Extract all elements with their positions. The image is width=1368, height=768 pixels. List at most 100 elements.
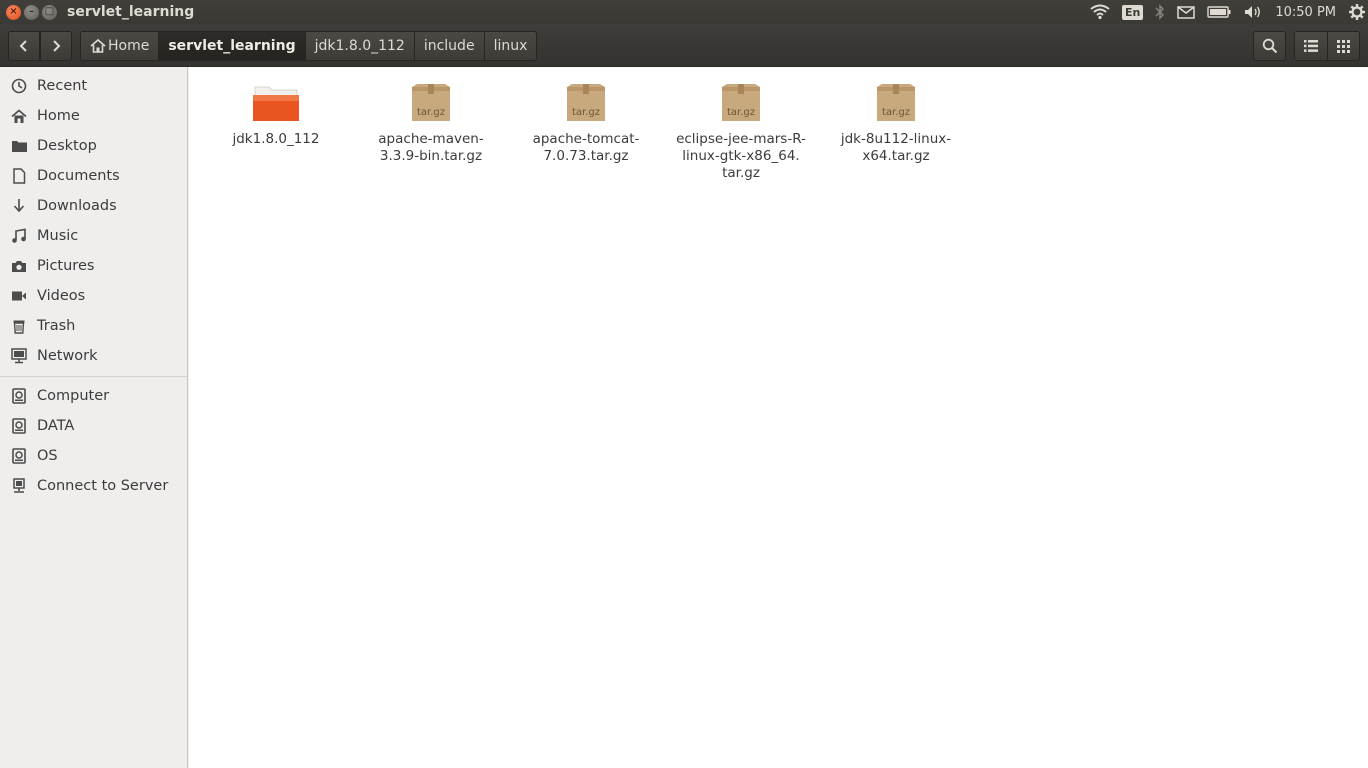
bluetooth-icon[interactable] [1155, 4, 1165, 20]
sidebar-item-label: Trash [37, 318, 76, 334]
file-item-archive[interactable]: tar.gz jdk-8u112-linux- x64.tar.gz [826, 81, 966, 165]
toolbar: Home servlet_learning jdk1.8.0_112 inclu… [0, 24, 1368, 67]
sidebar-item-pictures[interactable]: Pictures [0, 251, 187, 281]
sidebar-item-label: Desktop [37, 138, 97, 154]
sidebar-item-label: OS [37, 448, 58, 464]
grid-view-icon [1336, 39, 1350, 53]
music-icon [10, 227, 28, 245]
drive-icon [10, 387, 28, 405]
sidebar-item-home[interactable]: Home [0, 101, 187, 131]
archive-badge: tar.gz [727, 107, 755, 118]
system-tray: En 10:50 PM [1078, 0, 1368, 24]
sidebar-divider [0, 376, 187, 377]
minimize-button[interactable]: – [24, 4, 39, 20]
close-button[interactable]: × [6, 4, 21, 20]
home-icon [10, 107, 28, 125]
back-button[interactable] [8, 31, 40, 61]
clock[interactable]: 10:50 PM [1275, 5, 1336, 20]
archive-badge: tar.gz [882, 107, 910, 118]
file-name: apache-maven- 3.3.9-bin.tar.gz [378, 131, 484, 164]
sidebar-item-label: Computer [37, 388, 110, 404]
minimize-icon: – [29, 6, 34, 17]
archive-badge: tar.gz [572, 107, 600, 118]
download-icon [10, 197, 28, 215]
list-view-button[interactable] [1295, 32, 1327, 60]
maximize-button[interactable]: □ [42, 4, 57, 20]
sidebar-item-label: Pictures [37, 258, 95, 274]
file-item-archive[interactable]: tar.gz eclipse-jee-mars-R- linux-gtk-x86… [671, 81, 811, 182]
chevron-right-icon [53, 40, 61, 52]
sidebar-item-label: Videos [37, 288, 86, 304]
archive-icon: tar.gz [717, 81, 765, 125]
archive-icon: tar.gz [407, 81, 455, 125]
search-icon [1262, 38, 1277, 54]
file-item-folder[interactable]: jdk1.8.0_112 [206, 81, 346, 148]
video-icon [10, 287, 28, 305]
list-view-icon [1303, 40, 1318, 52]
file-view[interactable]: jdk1.8.0_112 tar.gz apache-maven- 3.3.9-… [189, 67, 1368, 768]
breadcrumb-label: jdk1.8.0_112 [314, 38, 405, 54]
sidebar-item-downloads[interactable]: Downloads [0, 191, 187, 221]
breadcrumb-label: Home [108, 38, 150, 54]
sidebar-item-trash[interactable]: Trash [0, 311, 187, 341]
sidebar-item-label: Connect to Server [37, 478, 169, 494]
search-button[interactable] [1253, 31, 1286, 61]
file-item-archive[interactable]: tar.gz apache-tomcat- 7.0.73.tar.gz [516, 81, 656, 165]
clock-icon [10, 77, 28, 95]
sidebar: Recent Home Desktop Documents Downloads … [0, 67, 188, 768]
breadcrumb-include[interactable]: include [414, 32, 485, 60]
sidebar-item-data[interactable]: DATA [0, 411, 187, 441]
archive-icon: tar.gz [562, 81, 610, 125]
desktop-icon [10, 137, 28, 155]
chevron-left-icon [19, 40, 27, 52]
sidebar-item-label: Home [37, 108, 80, 124]
folder-icon [252, 81, 300, 125]
keyboard-indicator[interactable]: En [1121, 4, 1144, 20]
sidebar-item-network[interactable]: Network [0, 341, 187, 371]
breadcrumb-label: linux [493, 38, 528, 54]
settings-gear-icon[interactable] [1348, 3, 1366, 21]
sidebar-item-os[interactable]: OS [0, 441, 187, 471]
sidebar-item-computer[interactable]: Computer [0, 381, 187, 411]
breadcrumb-home[interactable]: Home [81, 32, 160, 60]
volume-icon[interactable] [1243, 4, 1263, 20]
sidebar-item-connect-to-server[interactable]: Connect to Server [0, 471, 187, 501]
file-name: jdk1.8.0_112 [232, 131, 320, 147]
breadcrumb-label: include [423, 38, 475, 54]
sidebar-item-music[interactable]: Music [0, 221, 187, 251]
sidebar-item-label: Music [37, 228, 79, 244]
file-name: eclipse-jee-mars-R- linux-gtk-x86_64. ta… [676, 131, 806, 181]
archive-icon: tar.gz [872, 81, 920, 125]
sidebar-item-label: Network [37, 348, 98, 364]
sidebar-item-label: DATA [37, 418, 75, 434]
grid-view-button[interactable] [1326, 32, 1359, 60]
sidebar-item-videos[interactable]: Videos [0, 281, 187, 311]
window-controls: × – □ [6, 4, 57, 20]
devices-list: Computer DATA OS Connect to Server [0, 381, 187, 501]
sidebar-item-recent[interactable]: Recent [0, 71, 187, 101]
network-icon [10, 347, 28, 365]
file-name: jdk-8u112-linux- x64.tar.gz [840, 131, 952, 164]
battery-icon[interactable] [1207, 6, 1231, 18]
file-item-archive[interactable]: tar.gz apache-maven- 3.3.9-bin.tar.gz [361, 81, 501, 165]
breadcrumb-servlet-learning[interactable]: servlet_learning [159, 32, 306, 60]
sidebar-item-desktop[interactable]: Desktop [0, 131, 187, 161]
forward-button[interactable] [40, 31, 72, 61]
sidebar-item-label: Documents [37, 168, 120, 184]
home-icon [90, 39, 106, 53]
breadcrumb-jdk[interactable]: jdk1.8.0_112 [305, 32, 415, 60]
top-panel: × – □ servlet_learning En 10:50 PM [0, 0, 1368, 24]
breadcrumb-linux[interactable]: linux [484, 32, 537, 60]
window-title: servlet_learning [67, 4, 195, 20]
sidebar-item-documents[interactable]: Documents [0, 161, 187, 191]
camera-icon [10, 257, 28, 275]
places-list: Recent Home Desktop Documents Downloads … [0, 67, 187, 371]
trash-icon [10, 317, 28, 335]
sidebar-item-label: Recent [37, 78, 88, 94]
file-name: apache-tomcat- 7.0.73.tar.gz [532, 131, 640, 164]
close-icon: × [9, 6, 18, 17]
mail-icon[interactable] [1177, 5, 1196, 19]
server-icon [10, 477, 28, 495]
wifi-icon[interactable] [1090, 4, 1110, 20]
breadcrumb: Home servlet_learning jdk1.8.0_112 inclu… [80, 31, 538, 61]
